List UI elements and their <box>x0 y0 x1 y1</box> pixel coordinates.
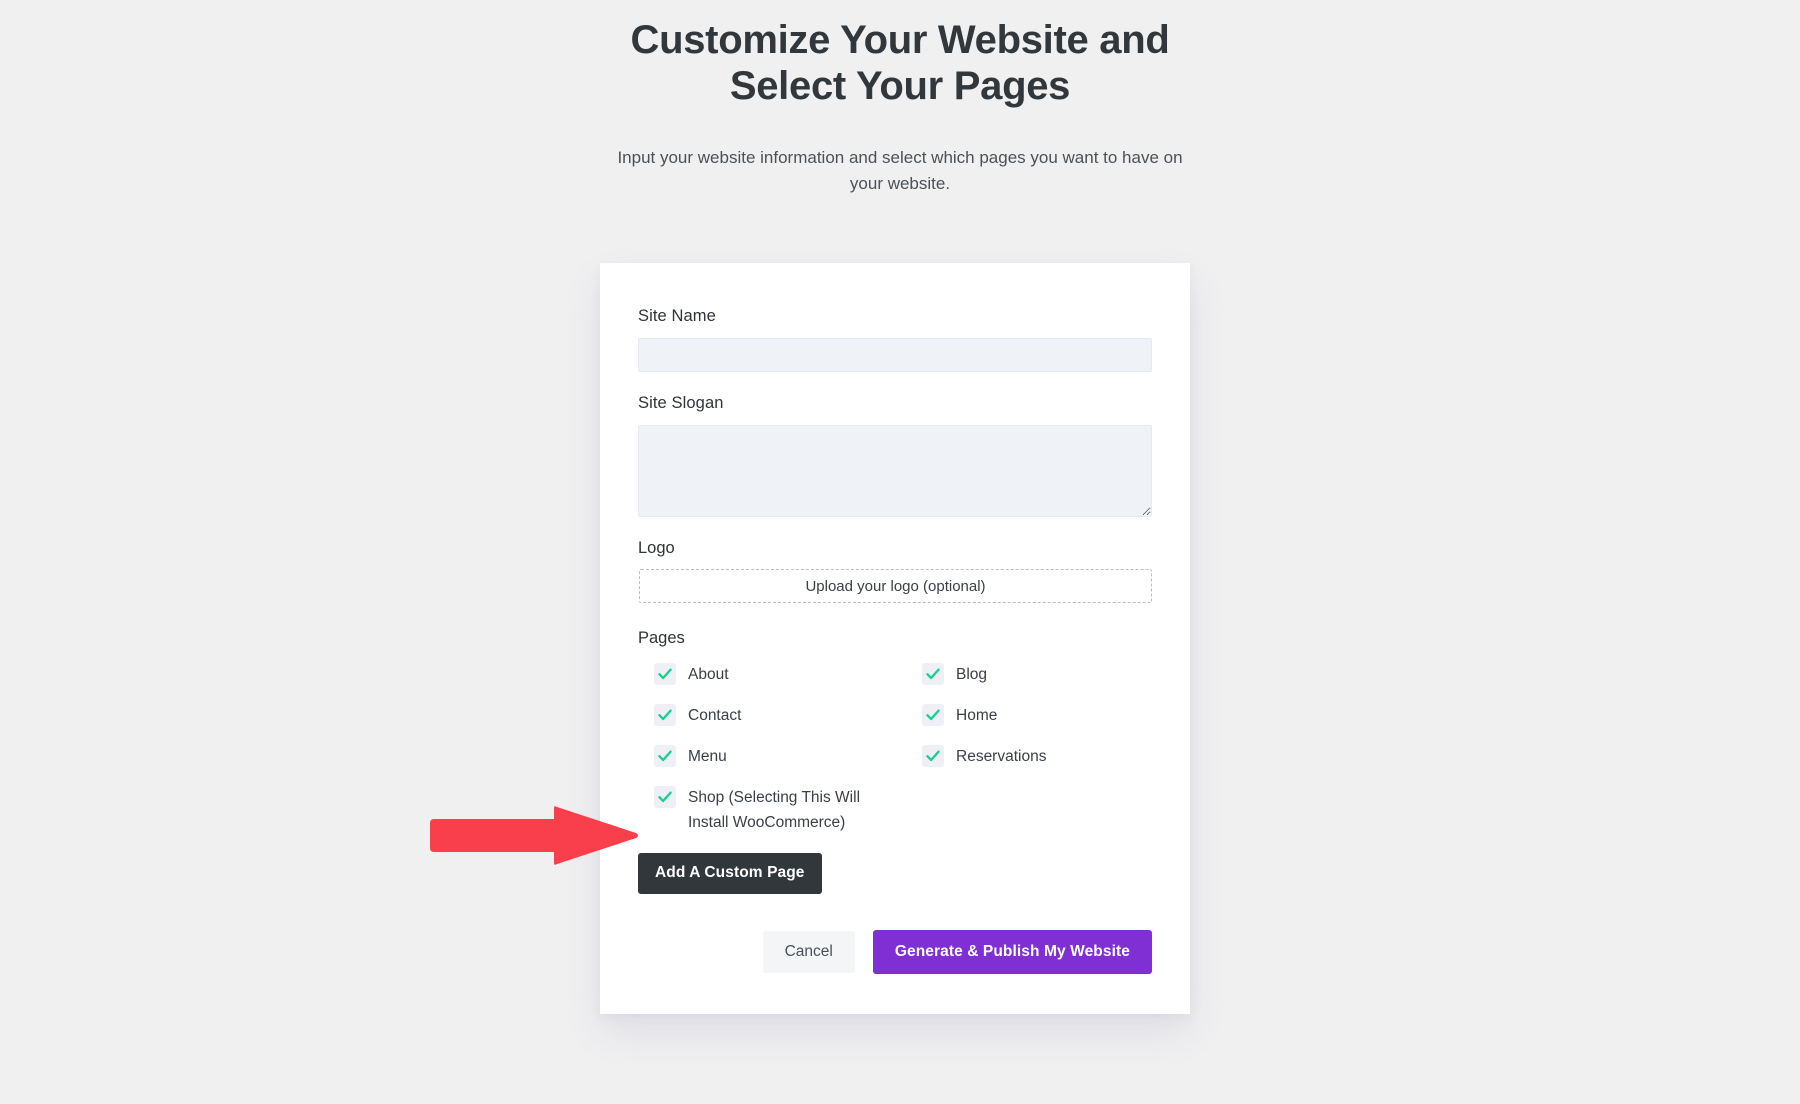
page-subtitle: Input your website information and selec… <box>617 148 1183 193</box>
page-option-blog[interactable]: Blog <box>922 662 1152 703</box>
logo-upload-label: Upload your logo (optional) <box>805 577 986 595</box>
add-custom-page-button[interactable]: Add A Custom Page <box>638 853 822 894</box>
site-slogan-label: Site Slogan <box>638 394 724 412</box>
check-icon[interactable] <box>654 745 676 767</box>
site-name-label: Site Name <box>638 307 716 325</box>
pages-section: Pages About Blog Contact Home Menu Reser… <box>638 629 1152 894</box>
app-root: Customize Your Website and Select Your P… <box>0 0 1800 1104</box>
check-icon[interactable] <box>654 663 676 685</box>
customize-website-card: Site Name Site Slogan Logo Upload your l… <box>600 263 1190 1014</box>
site-slogan-textarea[interactable] <box>638 425 1152 517</box>
page-option-label: Blog <box>956 666 988 683</box>
pages-label: Pages <box>638 629 685 647</box>
logo-field: Logo Upload your logo (optional) <box>638 539 1152 603</box>
pages-checkbox-grid: About Blog Contact Home Menu Reservation… <box>638 662 1152 837</box>
page-header: Customize Your Website and Select Your P… <box>600 0 1200 196</box>
customize-card-wrapper: Site Name Site Slogan Logo Upload your l… <box>600 263 1190 1014</box>
site-name-field: Site Name <box>638 307 1152 372</box>
check-icon[interactable] <box>922 704 944 726</box>
page-option-menu[interactable]: Menu <box>654 744 922 785</box>
site-slogan-field: Site Slogan <box>638 394 1152 517</box>
page-option-label: Contact <box>688 707 742 724</box>
page-option-about[interactable]: About <box>654 662 922 703</box>
check-icon[interactable] <box>922 663 944 685</box>
page-title: Customize Your Website and Select Your P… <box>630 18 1170 108</box>
site-name-input[interactable] <box>638 338 1152 372</box>
page-option-label: Shop (Selecting This Will Install WooCom… <box>688 789 861 832</box>
cancel-button[interactable]: Cancel <box>762 931 855 973</box>
logo-upload-dropzone[interactable]: Upload your logo (optional) <box>639 569 1152 603</box>
page-option-home[interactable]: Home <box>922 703 1152 744</box>
page-option-label: Reservations <box>956 748 1047 765</box>
check-icon[interactable] <box>654 786 676 808</box>
page-option-reservations[interactable]: Reservations <box>922 744 1152 785</box>
check-icon[interactable] <box>654 704 676 726</box>
page-option-label: Menu <box>688 748 727 765</box>
check-icon[interactable] <box>922 745 944 767</box>
generate-publish-button[interactable]: Generate & Publish My Website <box>872 930 1152 974</box>
page-option-label: About <box>688 666 729 683</box>
page-option-contact[interactable]: Contact <box>654 703 922 744</box>
pages-grid-spacer <box>922 785 1152 837</box>
page-option-label: Home <box>956 707 998 724</box>
card-actions: Cancel Generate & Publish My Website <box>638 930 1152 974</box>
page-option-shop[interactable]: Shop (Selecting This Will Install WooCom… <box>654 785 922 837</box>
logo-label: Logo <box>638 539 675 557</box>
